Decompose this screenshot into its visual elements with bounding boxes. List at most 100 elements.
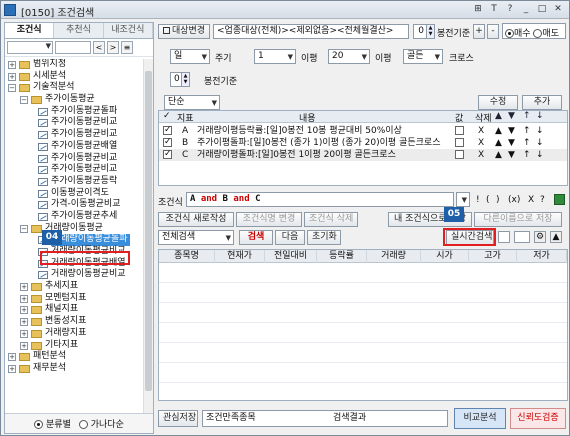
expand-icon[interactable]: + — [20, 318, 28, 327]
tree-node[interactable]: + 변동성지표 — [5, 316, 143, 328]
radio-alphabetical[interactable]: 가나다순 — [78, 417, 124, 430]
expand-icon[interactable]: + — [20, 283, 28, 292]
ma-mode-select[interactable]: 단순 — [164, 95, 220, 110]
tree-node[interactable]: + 기타지표 — [5, 340, 143, 352]
expand-icon[interactable]: + — [8, 353, 16, 362]
save-interest-button[interactable]: 관심저장 — [158, 410, 198, 427]
tree-node[interactable]: − 거래량이동평균 — [5, 223, 143, 235]
delete-icon[interactable]: X — [478, 149, 484, 161]
value-checkbox[interactable] — [455, 150, 464, 159]
tree-node[interactable]: − 주가이동평균 — [5, 94, 143, 106]
row-checkbox[interactable] — [163, 136, 172, 148]
tab-conditions[interactable]: 조건식 — [5, 23, 55, 38]
compare-button[interactable]: 비교분석 — [454, 408, 506, 429]
tab-my-conditions[interactable]: 내조건식 — [104, 23, 153, 38]
row-checkbox[interactable] — [163, 148, 172, 160]
tree-node[interactable]: 주가이동평균등락 — [5, 176, 143, 188]
tree-node[interactable]: 거래량이동평균돌파 — [5, 234, 143, 247]
tree-node[interactable]: 주가이동평균추세 — [5, 211, 143, 223]
excel-icon[interactable] — [554, 194, 565, 205]
expand-icon[interactable]: + — [8, 72, 16, 81]
prev-button[interactable]: < — [93, 41, 105, 54]
save-as-button[interactable]: 다른이름으로 저장 — [474, 212, 562, 227]
condition-row[interactable]: B 주가이평돌파:[일]0봉전 (종가 1)이평 (종가 20)이평 골든크로스… — [159, 136, 567, 149]
plus-button[interactable]: + — [473, 24, 485, 39]
move-up-icon[interactable]: ↑ — [523, 137, 531, 149]
tree-node[interactable]: 주가이동평균돌파 — [5, 106, 143, 118]
open-paren-button[interactable]: ( — [486, 195, 490, 205]
delete-condition-button[interactable]: 조건식 삭제 — [304, 212, 358, 227]
tree-node[interactable]: 주가이동평균비교 — [5, 117, 143, 129]
spinner-icon[interactable]: ▲ ▼ — [181, 73, 189, 86]
clear-button[interactable]: X — [528, 195, 534, 205]
tree-node[interactable]: + 범위지정 — [5, 59, 143, 71]
close-icon[interactable]: ✕ — [551, 3, 565, 16]
tree-node[interactable]: 주가이동평균배열 — [5, 141, 143, 153]
cross-type-select[interactable]: 골든 — [403, 49, 443, 64]
move-down-icon[interactable]: ↓ — [536, 137, 544, 149]
help-button[interactable]: ? — [540, 195, 545, 205]
rename-condition-button[interactable]: 조건식명 변경 — [236, 212, 302, 227]
move-up-icon[interactable]: ↑ — [523, 111, 531, 121]
move-down-icon[interactable]: ↓ — [536, 111, 544, 121]
list-view-icon[interactable] — [514, 231, 530, 243]
radio-by-category[interactable]: 분류별 — [34, 417, 71, 430]
move-up-icon[interactable]: ↑ — [523, 125, 531, 137]
move-bottom-icon[interactable]: ▼ — [508, 125, 515, 137]
text-icon[interactable]: T — [487, 3, 501, 16]
tree-node[interactable]: + 패턴분석 — [5, 351, 143, 363]
param-base-input[interactable]: 0 ▲ ▼ — [170, 72, 190, 87]
next-button[interactable]: > — [107, 41, 119, 54]
close-paren-button[interactable]: ) — [496, 195, 500, 205]
condition-row[interactable]: A 거래량이평등락률:[일]0봉전 10봉 평균대비 50%이상 X ▲ ▼ ↑… — [159, 124, 567, 137]
condition-row-selected[interactable]: C 거래량이평돌파:[일]0봉전 1이평 20이평 골든크로스 X ▲ ▼ ↑ … — [159, 148, 567, 161]
period-select[interactable]: 일 — [170, 49, 210, 64]
spinner-icon[interactable]: ▲ ▼ — [426, 25, 434, 38]
not-button[interactable]: ! — [476, 195, 480, 205]
tab-recommended[interactable]: 추천식 — [54, 23, 104, 38]
move-top-icon[interactable]: ▲ — [495, 137, 502, 149]
collapse-icon[interactable]: − — [8, 84, 16, 93]
settings-icon[interactable]: ⚙ — [534, 231, 546, 243]
maximize-icon[interactable]: □ — [535, 3, 549, 16]
move-up-icon[interactable]: ↑ — [523, 149, 531, 161]
tree-node[interactable]: 주가이동평균비교 — [5, 153, 143, 165]
move-bottom-icon[interactable]: ▼ — [508, 149, 515, 161]
reset-button[interactable]: 초기화 — [307, 230, 341, 245]
tree-node[interactable]: + 거래량지표 — [5, 328, 143, 340]
tree-node[interactable]: 주가이동평균비교 — [5, 129, 143, 141]
tree-node[interactable]: 거래량이동평균비교 — [5, 269, 143, 281]
formula-input[interactable]: A and B and C — [186, 192, 454, 207]
move-up-all-icon[interactable]: ▲ — [495, 111, 502, 121]
tree-scrollbar[interactable] — [143, 59, 153, 419]
menu-button[interactable]: ≡ — [121, 41, 133, 54]
radio-buy[interactable]: 매수 — [505, 29, 531, 39]
target-change-button[interactable]: 대상변경 — [158, 24, 210, 39]
edit-button[interactable]: 수정 — [478, 95, 518, 110]
reliability-button[interactable]: 신뢰도검증 — [510, 408, 566, 429]
expand-icon[interactable]: + — [8, 364, 16, 373]
radio-sell[interactable]: 매도 — [533, 29, 559, 39]
move-top-icon[interactable]: ▲ — [495, 149, 502, 161]
minimize-icon[interactable]: _ — [519, 3, 533, 16]
add-button[interactable]: 추가 — [522, 95, 562, 110]
expand-icon[interactable]: + — [20, 306, 28, 315]
minus-button[interactable]: - — [487, 24, 499, 39]
tree-node[interactable]: + 채널지표 — [5, 304, 143, 316]
value-checkbox[interactable] — [455, 126, 464, 135]
tree-search-input[interactable] — [55, 41, 91, 54]
move-bottom-icon[interactable]: ▼ — [508, 137, 515, 149]
search-button[interactable]: 검색 — [239, 230, 273, 245]
collapse-icon[interactable]: ▲ — [550, 231, 562, 243]
search-scope-select[interactable]: 전체검색 — [158, 230, 234, 245]
tree-node[interactable]: + 모멘텀지표 — [5, 293, 143, 305]
move-down-all-icon[interactable]: ▼ — [508, 111, 515, 121]
new-condition-button[interactable]: 조건식 새로작성 — [158, 212, 234, 227]
top-base-input[interactable]: 0 ▲ ▼ — [413, 24, 435, 39]
expand-icon[interactable]: + — [20, 294, 28, 303]
screen-icon[interactable]: ⊞ — [471, 3, 485, 16]
tree-node[interactable]: + 재무분석 — [5, 363, 143, 375]
tree-node[interactable]: + 추세지표 — [5, 281, 143, 293]
delete-icon[interactable]: X — [478, 137, 484, 149]
scroll-thumb[interactable] — [145, 71, 152, 391]
